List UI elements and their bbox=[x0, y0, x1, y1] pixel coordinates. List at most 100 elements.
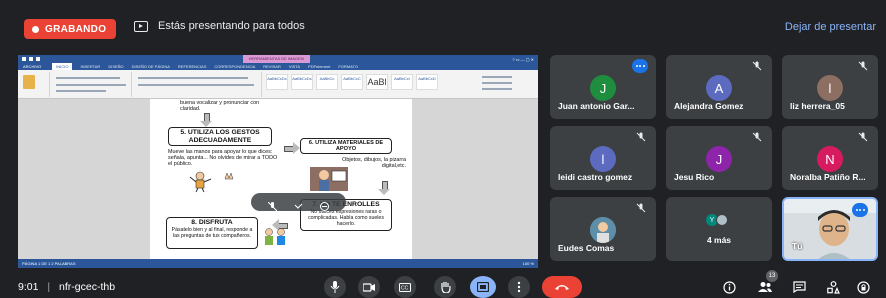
style-item[interactable]: AaBbCc bbox=[316, 74, 338, 90]
tab-home[interactable]: INICIO bbox=[52, 63, 73, 70]
step8-title: 8. DISFRUTA bbox=[191, 219, 233, 226]
style-item[interactable]: AaBl bbox=[366, 74, 388, 90]
clipboard-group bbox=[20, 72, 50, 97]
font-group bbox=[52, 72, 132, 97]
tab-layout[interactable]: DISEÑO DE PÁGINA bbox=[132, 64, 170, 69]
participant-tile[interactable]: l leidi castro gomez bbox=[550, 126, 656, 190]
participant-name: Alejandra Gomez bbox=[674, 101, 744, 111]
participant-tile[interactable]: Eudes Comas bbox=[550, 197, 656, 261]
recording-badge[interactable]: GRABANDO bbox=[24, 19, 117, 39]
mic-button[interactable] bbox=[324, 276, 346, 298]
meeting-details-button[interactable] bbox=[722, 280, 736, 294]
top-bar: GRABANDO Estás presentando para todos De… bbox=[0, 0, 886, 42]
stop-presenting-button[interactable]: Dejar de presentar bbox=[785, 21, 876, 33]
raise-hand-button[interactable] bbox=[434, 276, 456, 298]
mic-icon bbox=[330, 281, 340, 293]
participant-tile[interactable]: l liz herrera_05 bbox=[782, 55, 878, 119]
activities-button[interactable] bbox=[826, 280, 840, 294]
gesturing-child-figure bbox=[188, 171, 214, 193]
avatar: J bbox=[590, 75, 616, 101]
avatar: l bbox=[590, 146, 616, 172]
step6-title-box: 6. UTILIZA MATERIALES DE APOYO bbox=[300, 138, 392, 154]
avatar: A bbox=[706, 75, 732, 101]
more-options-button[interactable] bbox=[508, 276, 530, 298]
captions-button[interactable]: CC bbox=[394, 276, 416, 298]
step7-body: No utilices expresiones raras o complica… bbox=[308, 208, 384, 227]
children-figure bbox=[262, 227, 288, 247]
mute-overlay-icon[interactable] bbox=[267, 198, 278, 211]
muted-mic-icon bbox=[858, 61, 868, 71]
leave-call-button[interactable] bbox=[542, 276, 582, 298]
tab-insert[interactable]: INSERTAR bbox=[80, 64, 100, 69]
present-icon bbox=[477, 282, 489, 292]
scale-overlay-icon[interactable] bbox=[294, 198, 303, 209]
style-item[interactable]: AaBbCcDc bbox=[291, 74, 313, 90]
more-participants-tile[interactable]: Y 4 más bbox=[666, 197, 772, 261]
info-icon bbox=[722, 280, 736, 294]
participant-name: Juan antonio Gar... bbox=[558, 101, 635, 111]
document-area[interactable]: buena vocalizar y pronunciar con clarida… bbox=[18, 99, 538, 259]
presenting-overlay bbox=[251, 193, 346, 211]
participant-tile[interactable]: N Noralba Patiño R... bbox=[782, 126, 878, 190]
muted-mic-icon bbox=[636, 203, 646, 213]
word-ribbon-tabs: ARCHIVO INICIO INSERTAR DISEÑO DISEÑO DE… bbox=[18, 63, 538, 70]
camera-button[interactable] bbox=[358, 276, 380, 298]
style-item[interactable]: AaBbCcI bbox=[391, 74, 413, 90]
participant-tile[interactable]: J Juan antonio Gar... bbox=[550, 55, 656, 119]
separator: | bbox=[47, 281, 51, 293]
tab-view[interactable]: VISTA bbox=[289, 64, 300, 69]
tab-mailings[interactable]: CORRESPONDENCIA bbox=[214, 64, 255, 69]
host-controls-button[interactable] bbox=[856, 280, 870, 294]
paste-icon[interactable] bbox=[23, 75, 35, 89]
recording-label: GRABANDO bbox=[45, 23, 107, 35]
self-video-tile[interactable]: Tú bbox=[782, 197, 878, 261]
tile-options-icon[interactable] bbox=[632, 59, 648, 73]
style-item[interactable]: AaBbCcC bbox=[341, 74, 363, 90]
lock-icon bbox=[856, 280, 870, 294]
shared-screen: HERRAMIENTAS DE IMAGEN ? ▭ — ▢ ✕ ARCHIVO… bbox=[18, 55, 538, 268]
hands-icon bbox=[224, 167, 234, 180]
record-dot-icon bbox=[32, 25, 39, 33]
tab-review[interactable]: REVISAR bbox=[263, 64, 281, 69]
tab-pdfelement[interactable]: PDFelement bbox=[308, 64, 330, 69]
meeting-info: 9:01 | nfr-gcec-thb bbox=[18, 281, 115, 293]
meet-window: GRABANDO Estás presentando para todos De… bbox=[0, 0, 886, 298]
tab-format[interactable]: FORMATO bbox=[338, 64, 358, 69]
step8-body: Pásatelo bien y al final, responde a las… bbox=[171, 226, 253, 239]
word-status-bar: PÁGINA 1 DE 1 2 PALABRAS 100 % bbox=[18, 259, 538, 268]
tab-design[interactable]: DISEÑO bbox=[108, 64, 123, 69]
arrow-down-icon bbox=[200, 113, 212, 127]
activities-icon bbox=[826, 280, 840, 294]
tile-options-icon[interactable] bbox=[852, 203, 868, 217]
window-controls: ? ▭ — ▢ ✕ bbox=[512, 56, 534, 62]
participant-name: leidi castro gomez bbox=[558, 172, 633, 182]
participant-name: Jesu Rico bbox=[674, 172, 715, 182]
participant-tile[interactable]: J Jesu Rico bbox=[666, 126, 772, 190]
muted-mic-icon bbox=[752, 132, 762, 142]
minus-overlay-icon[interactable] bbox=[320, 198, 330, 211]
status-right[interactable]: 100 % bbox=[523, 261, 534, 266]
avatar-photo bbox=[716, 214, 728, 226]
bottom-bar: 9:01 | nfr-gcec-thb CC 13 bbox=[0, 270, 886, 298]
meeting-time: 9:01 bbox=[18, 281, 39, 293]
avatar: N bbox=[817, 146, 843, 172]
editing-group bbox=[458, 72, 518, 97]
present-button[interactable] bbox=[470, 276, 496, 298]
tab-file[interactable]: ARCHIVO bbox=[20, 64, 45, 69]
captions-icon: CC bbox=[399, 282, 411, 292]
participant-count-badge: 13 bbox=[766, 270, 778, 282]
chat-button[interactable] bbox=[792, 280, 806, 294]
participant-tile[interactable]: A Alejandra Gomez bbox=[666, 55, 772, 119]
step5-body: Mueve las manos para apoyar lo que dices… bbox=[168, 149, 278, 168]
people-button[interactable] bbox=[758, 280, 772, 294]
document-page[interactable]: buena vocalizar y pronunciar con clarida… bbox=[150, 99, 412, 259]
style-item[interactable]: AaBbCcD bbox=[416, 74, 438, 90]
camera-icon bbox=[363, 282, 375, 292]
style-item[interactable]: AaBbCcDc bbox=[266, 74, 288, 90]
tab-references[interactable]: REFERENCIAS bbox=[178, 64, 206, 69]
styles-gallery: AaBbCcDc AaBbCcDc AaBbCc AaBbCcC AaBl Aa… bbox=[266, 74, 438, 90]
meeting-code: nfr-gcec-thb bbox=[59, 281, 116, 293]
presenting-banner: Estás presentando para todos bbox=[134, 20, 305, 32]
hang-up-icon bbox=[555, 285, 569, 290]
support-materials-figure bbox=[310, 167, 348, 191]
